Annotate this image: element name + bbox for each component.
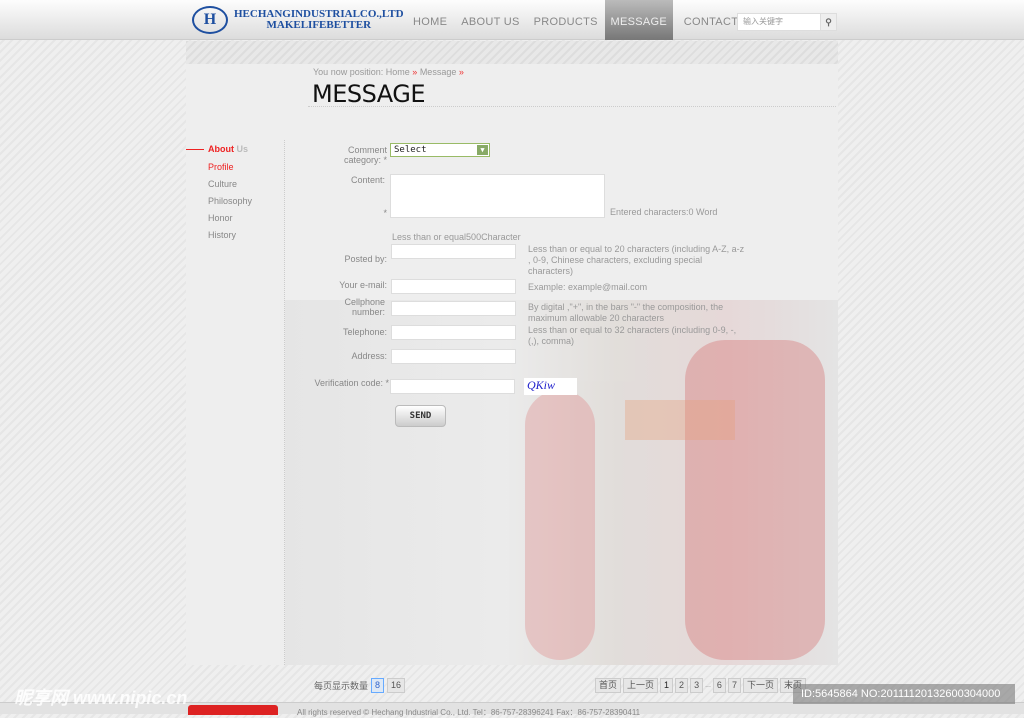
sidebar-heading: About Us [186, 144, 248, 154]
verification-label: Verification code: * [314, 378, 389, 388]
page-size-16[interactable]: 16 [387, 678, 406, 693]
cellphone-input[interactable] [391, 301, 516, 316]
breadcrumb-home[interactable]: Home [386, 67, 410, 77]
sidebar-item-profile[interactable]: Profile [208, 162, 252, 179]
category-label: Comment category: * [343, 145, 387, 165]
sidebar-item-history[interactable]: History [208, 230, 252, 247]
prev-page-button[interactable]: 上一页 [623, 678, 659, 693]
breadcrumb-separator: » [412, 67, 418, 77]
telephone-label: Telephone: [342, 327, 387, 337]
page-7[interactable]: 7 [727, 678, 741, 693]
address-label: Address: [351, 351, 387, 361]
next-page-button[interactable]: 下一页 [742, 678, 778, 693]
address-input[interactable] [391, 349, 516, 364]
copyright: All rights reserved © Hechang Industrial… [297, 708, 641, 717]
breadcrumb-current[interactable]: Message [420, 67, 457, 77]
posted-by-label: Posted by: [344, 254, 387, 264]
captcha-image[interactable]: QKiw [524, 378, 577, 395]
page-size-8[interactable]: 8 [371, 678, 385, 693]
breadcrumb: You now position: Home » Message » [313, 67, 464, 77]
divider [308, 106, 836, 107]
logo[interactable]: H HECHANGINDUSTRIALCO.,LTD MAKELIFEBETTER [192, 6, 404, 34]
logo-line2: MAKELIFEBETTER [266, 19, 372, 31]
main-nav: HOME ABOUT US PRODUCTS MESSAGE CONTACT [406, 0, 745, 40]
required-star: * [383, 208, 387, 218]
telephone-input[interactable] [391, 325, 516, 340]
nav-home[interactable]: HOME [406, 0, 454, 40]
page-title: MESSAGE [312, 80, 426, 108]
nav-message[interactable]: MESSAGE [604, 0, 673, 40]
page-2[interactable]: 2 [675, 678, 689, 693]
search-icon[interactable]: ⚲ [820, 14, 836, 30]
page-3[interactable]: 3 [690, 678, 704, 693]
nav-products[interactable]: PRODUCTS [527, 0, 605, 40]
watermark-logo: 昵享网 www.nipic.cn [14, 688, 188, 708]
nav-about[interactable]: ABOUT US [454, 0, 526, 40]
send-button[interactable]: SEND [395, 405, 446, 427]
cellphone-hint: By digital ,"+", in the bars "-" the com… [528, 302, 724, 323]
sidebar-item-culture[interactable]: Culture [208, 179, 252, 196]
posted-by-input[interactable] [391, 244, 516, 259]
content-limit: Less than or equal500Character [392, 232, 521, 242]
category-select[interactable]: Select ▼ [390, 143, 490, 157]
logo-mark: H [192, 6, 228, 34]
search-input[interactable]: 输入关键字 [738, 14, 820, 30]
header: H HECHANGINDUSTRIALCO.,LTD MAKELIFEBETTER… [0, 0, 1024, 40]
email-hint: Example: example@mail.com [528, 282, 648, 292]
posted-by-hint: Less than or equal to 20 characters (inc… [528, 244, 745, 276]
breadcrumb-separator: » [458, 67, 464, 77]
decor-band [186, 41, 838, 64]
sidebar: About Us Profile Culture Philosophy Hono… [186, 140, 285, 665]
page-size-selector: 每页显示数量 8 16 [314, 678, 406, 693]
email-input[interactable] [391, 279, 516, 294]
watermark-id: ID:5645864 NO:20111120132600304000 [793, 684, 1015, 704]
first-page-button[interactable]: 首页 [595, 678, 622, 693]
content-counter: Entered characters:0 Word [610, 207, 718, 217]
telephone-hint: Less than or equal to 32 characters (inc… [528, 325, 737, 346]
content-label: Content: [350, 175, 385, 185]
content-textarea[interactable] [390, 174, 605, 218]
sidebar-item-honor[interactable]: Honor [208, 213, 252, 230]
pagination: 首页 上一页 1 2 3 ... 6 7 下一页 末页 [595, 678, 806, 693]
nav-contact[interactable]: CONTACT [677, 0, 745, 40]
email-label: Your e-mail: [339, 280, 387, 290]
search-box: 输入关键字 ⚲ [737, 13, 837, 31]
chevron-down-icon[interactable]: ▼ [477, 145, 488, 155]
cellphone-label: Cellphone number: [344, 297, 385, 317]
page-1[interactable]: 1 [660, 678, 674, 693]
verification-input[interactable] [390, 379, 515, 394]
ellipsis: ... [705, 682, 711, 689]
page-6[interactable]: 6 [712, 678, 726, 693]
sidebar-item-philosophy[interactable]: Philosophy [208, 196, 252, 213]
